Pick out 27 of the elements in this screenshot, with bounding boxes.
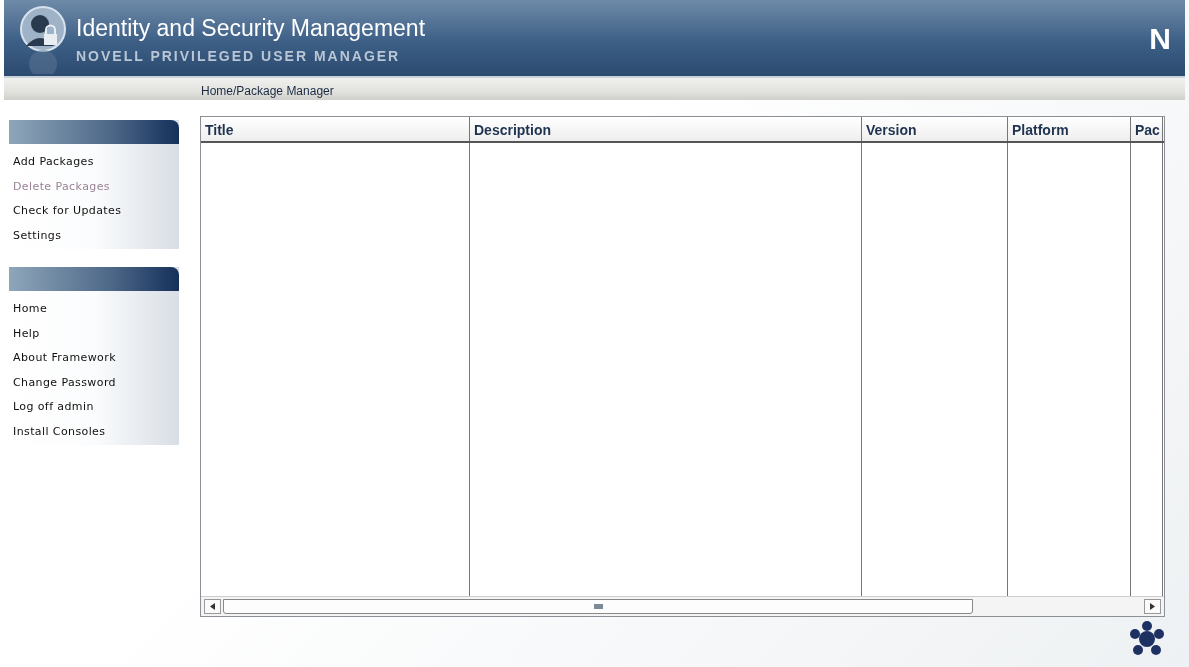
app-title: Identity and Security Management	[76, 17, 427, 40]
column-header[interactable]: Version	[862, 117, 1008, 141]
menu-link[interactable]: Add Packages	[9, 149, 179, 174]
left-arrow-icon	[210, 603, 215, 610]
menu-link[interactable]: Home	[9, 296, 179, 321]
horizontal-scrollbar[interactable]	[201, 596, 1164, 616]
menu-link[interactable]: Help	[9, 320, 179, 345]
grip-icon	[593, 604, 603, 609]
breadcrumb: Home/Package Manager	[201, 84, 334, 98]
menu-link[interactable]: Install Consoles	[9, 418, 179, 443]
column-header[interactable]: Description	[470, 117, 862, 141]
scroll-left-button[interactable]	[204, 599, 221, 614]
menu-link[interactable]: About Framework	[9, 345, 179, 370]
logo: N	[1149, 20, 1171, 57]
menu-link[interactable]: Log off admin	[9, 394, 179, 419]
scroll-thumb[interactable]	[223, 599, 973, 614]
user-lock-icon	[18, 4, 68, 74]
app-subtitle: NOVELL PRIVILEGED USER MANAGER	[76, 47, 402, 66]
scroll-right-button[interactable]	[1144, 599, 1161, 614]
menu-link[interactable]: Settings	[9, 222, 179, 247]
molecule-icon	[1129, 621, 1165, 657]
right-arrow-icon	[1150, 603, 1155, 610]
menu-link[interactable]: Check for Updates	[9, 198, 179, 223]
column-header[interactable]: Platform	[1008, 117, 1131, 141]
column-header[interactable]: Pac	[1131, 117, 1163, 141]
column-header[interactable]: Title	[201, 117, 470, 141]
menu-link[interactable]: Change Password	[9, 369, 179, 394]
